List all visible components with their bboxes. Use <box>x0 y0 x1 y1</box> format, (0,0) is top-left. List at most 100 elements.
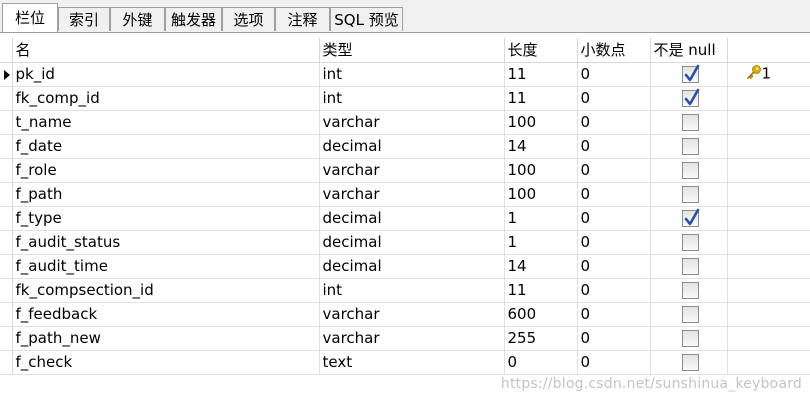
cell-name[interactable]: f_feedback <box>12 302 320 327</box>
cell-type[interactable]: decimal <box>319 206 505 231</box>
cell-type[interactable]: int <box>319 62 505 87</box>
cell-key[interactable] <box>727 350 810 375</box>
tab-sql-preview[interactable]: SQL 预览 <box>330 7 403 31</box>
cell-key[interactable] <box>727 182 810 207</box>
row-selector[interactable] <box>0 62 13 87</box>
cell-type[interactable]: decimal <box>319 254 505 279</box>
row-selector[interactable] <box>0 110 13 135</box>
not-null-checkbox[interactable] <box>681 161 699 179</box>
cell-name[interactable]: t_name <box>12 110 320 135</box>
cell-key[interactable] <box>727 134 810 159</box>
cell-name[interactable]: pk_id <box>12 62 320 87</box>
not-null-checkbox[interactable] <box>681 113 699 131</box>
row-selector[interactable] <box>0 350 13 375</box>
cell-name[interactable]: f_path_new <box>12 326 320 351</box>
table-row[interactable]: f_check text 0 0 <box>0 350 810 375</box>
cell-decimals[interactable]: 0 <box>577 134 651 159</box>
cell-decimals[interactable]: 0 <box>577 86 651 111</box>
cell-decimals[interactable]: 0 <box>577 206 651 231</box>
cell-length[interactable]: 11 <box>504 86 578 111</box>
cell-key[interactable] <box>727 302 810 327</box>
tab-triggers[interactable]: 触发器 <box>165 7 222 31</box>
cell-decimals[interactable]: 0 <box>577 230 651 255</box>
cell-decimals[interactable]: 0 <box>577 350 651 375</box>
table-row[interactable]: f_role varchar 100 0 <box>0 158 810 183</box>
cell-decimals[interactable]: 0 <box>577 158 651 183</box>
cell-length[interactable]: 1 <box>504 206 578 231</box>
row-selector[interactable] <box>0 206 13 231</box>
cell-type[interactable]: varchar <box>319 158 505 183</box>
cell-key[interactable] <box>727 86 810 111</box>
tab-indexes[interactable]: 索引 <box>58 7 110 31</box>
cell-key[interactable]: 1 <box>727 62 810 87</box>
row-selector[interactable] <box>0 278 13 303</box>
cell-decimals[interactable]: 0 <box>577 326 651 351</box>
table-row[interactable]: t_name varchar 100 0 <box>0 110 810 135</box>
table-row[interactable]: f_path_new varchar 255 0 <box>0 326 810 351</box>
row-selector[interactable] <box>0 86 13 111</box>
column-header-type[interactable]: 类型 <box>319 38 505 63</box>
not-null-checkbox[interactable] <box>681 233 699 251</box>
row-selector[interactable] <box>0 182 13 207</box>
column-header-not-null[interactable]: 不是 null <box>650 38 728 63</box>
cell-type[interactable]: varchar <box>319 182 505 207</box>
cell-length[interactable]: 100 <box>504 182 578 207</box>
table-row[interactable]: f_feedback varchar 600 0 <box>0 302 810 327</box>
table-row[interactable]: fk_comp_id int 11 0 <box>0 86 810 111</box>
table-row[interactable]: f_path varchar 100 0 <box>0 182 810 207</box>
table-row[interactable]: f_date decimal 14 0 <box>0 134 810 159</box>
tab-options[interactable]: 选项 <box>222 7 275 31</box>
cell-length[interactable]: 255 <box>504 326 578 351</box>
cell-name[interactable]: fk_comp_id <box>12 86 320 111</box>
not-null-checkbox[interactable] <box>681 281 699 299</box>
cell-type[interactable]: varchar <box>319 302 505 327</box>
table-row[interactable]: fk_compsection_id int 11 0 <box>0 278 810 303</box>
not-null-checkbox[interactable] <box>681 329 699 347</box>
cell-type[interactable]: varchar <box>319 110 505 135</box>
not-null-checkbox[interactable] <box>681 353 699 371</box>
cell-key[interactable] <box>727 230 810 255</box>
not-null-checkbox[interactable] <box>681 88 699 107</box>
cell-key[interactable] <box>727 206 810 231</box>
cell-name[interactable]: f_role <box>12 158 320 183</box>
cell-key[interactable] <box>727 326 810 351</box>
cell-decimals[interactable]: 0 <box>577 302 651 327</box>
cell-name[interactable]: f_path <box>12 182 320 207</box>
cell-key[interactable] <box>727 254 810 279</box>
column-header-length[interactable]: 长度 <box>504 38 578 63</box>
table-row[interactable]: f_audit_time decimal 14 0 <box>0 254 810 279</box>
cell-type[interactable]: int <box>319 278 505 303</box>
cell-length[interactable]: 11 <box>504 278 578 303</box>
cell-length[interactable]: 11 <box>504 62 578 87</box>
cell-length[interactable]: 14 <box>504 134 578 159</box>
cell-type[interactable]: int <box>319 86 505 111</box>
column-header-decimals[interactable]: 小数点 <box>577 38 651 63</box>
cell-decimals[interactable]: 0 <box>577 182 651 207</box>
cell-name[interactable]: f_date <box>12 134 320 159</box>
cell-key[interactable] <box>727 158 810 183</box>
cell-name[interactable]: f_audit_status <box>12 230 320 255</box>
row-selector[interactable] <box>0 326 13 351</box>
row-selector[interactable] <box>0 230 13 255</box>
cell-decimals[interactable]: 0 <box>577 254 651 279</box>
cell-length[interactable]: 0 <box>504 350 578 375</box>
row-selector[interactable] <box>0 134 13 159</box>
cell-name[interactable]: fk_compsection_id <box>12 278 320 303</box>
cell-type[interactable]: text <box>319 350 505 375</box>
cell-key[interactable] <box>727 110 810 135</box>
not-null-checkbox[interactable] <box>681 64 699 83</box>
cell-name[interactable]: f_type <box>12 206 320 231</box>
table-row[interactable]: pk_id int 11 0 1 <box>0 62 810 87</box>
row-selector[interactable] <box>0 302 13 327</box>
cell-length[interactable]: 14 <box>504 254 578 279</box>
not-null-checkbox[interactable] <box>681 137 699 155</box>
not-null-checkbox[interactable] <box>681 185 699 203</box>
cell-name[interactable]: f_check <box>12 350 320 375</box>
cell-type[interactable]: decimal <box>319 230 505 255</box>
column-header-name[interactable]: 名 <box>12 38 320 63</box>
row-selector[interactable] <box>0 254 13 279</box>
cell-length[interactable]: 100 <box>504 110 578 135</box>
cell-type[interactable]: decimal <box>319 134 505 159</box>
not-null-checkbox[interactable] <box>681 208 699 227</box>
cell-decimals[interactable]: 0 <box>577 110 651 135</box>
